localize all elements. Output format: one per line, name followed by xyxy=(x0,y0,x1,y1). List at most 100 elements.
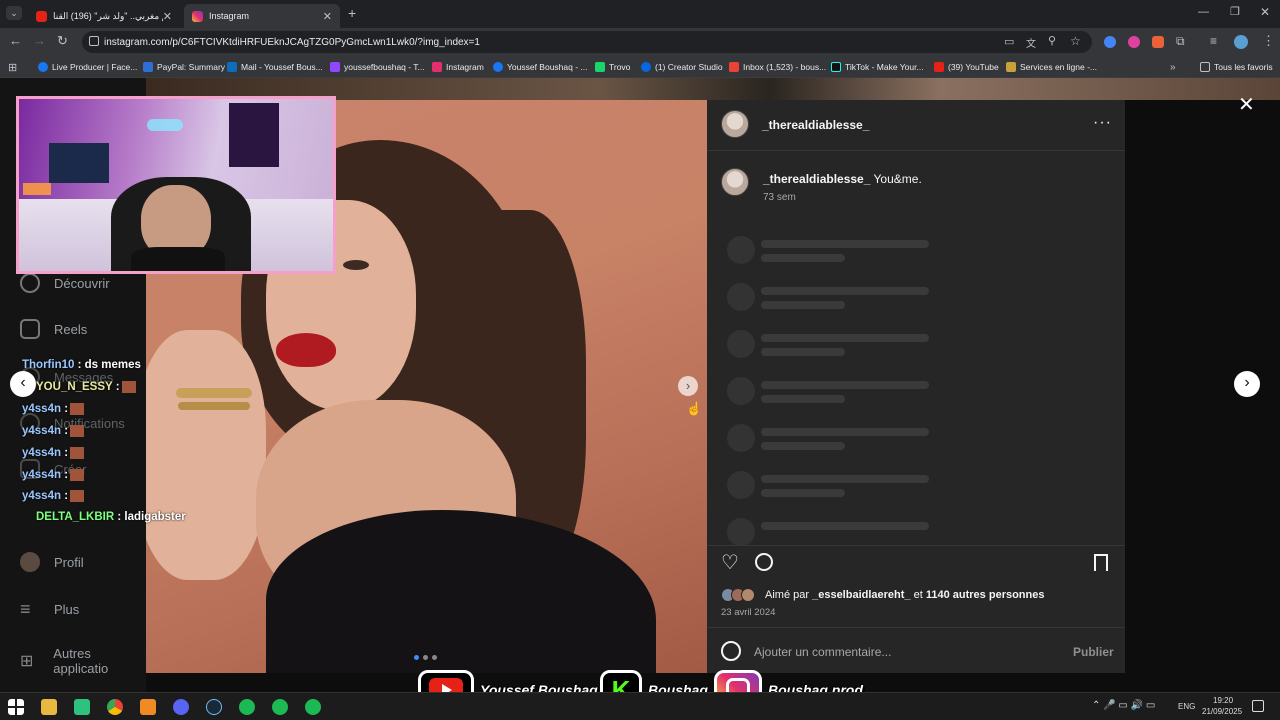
bookmark-item[interactable]: youssefboushaq - T... xyxy=(330,60,425,74)
comment-icon[interactable] xyxy=(755,553,773,571)
menu-icon[interactable]: ⋮ xyxy=(1262,33,1275,49)
post-username[interactable]: _therealdiablesse_ xyxy=(762,118,869,132)
new-tab-button[interactable]: + xyxy=(348,5,356,21)
spotify-icon[interactable] xyxy=(305,699,321,715)
clock-time[interactable]: 19:20 xyxy=(1213,696,1233,705)
instagram-icon xyxy=(432,62,442,72)
nav-explore[interactable]: Découvrir xyxy=(20,273,110,293)
panel-divider xyxy=(707,627,1125,628)
compass-icon xyxy=(20,273,40,293)
all-favorites[interactable]: Tous les favoris xyxy=(1200,60,1273,74)
site-info-icon[interactable] xyxy=(89,36,99,46)
caption-username[interactable]: _therealdiablesse_ xyxy=(763,172,870,186)
emote-icon xyxy=(70,403,85,415)
bookmark-item[interactable]: Inbox (1,523) - bous... xyxy=(729,60,826,74)
avatar[interactable] xyxy=(721,110,749,138)
steam-icon[interactable] xyxy=(206,699,222,715)
language-indicator[interactable]: ENG xyxy=(1178,702,1195,711)
restore-icon[interactable]: ❐ xyxy=(1230,5,1240,18)
bookmark-item[interactable]: TikTok - Make Your... xyxy=(831,60,924,74)
tab-youtube[interactable]: فيلم مغربي.. "ولد شر" (196) القنا ✕ xyxy=(28,4,180,28)
chat-message: Thorfin10 : ds memes xyxy=(22,359,141,371)
skeleton-line xyxy=(761,522,929,530)
profile-avatar[interactable] xyxy=(1234,35,1248,49)
bookmark-item[interactable]: PayPal: Summary xyxy=(143,60,225,74)
minimize-icon[interactable]: — xyxy=(1198,6,1209,18)
skeleton-line xyxy=(761,240,929,248)
apps-icon[interactable]: ⊞ xyxy=(8,60,17,74)
app-icon[interactable] xyxy=(74,699,90,715)
bookmark-item[interactable]: Instagram xyxy=(432,60,484,74)
comment-input[interactable]: Ajouter un commentaire... xyxy=(754,645,891,659)
discord-icon[interactable] xyxy=(173,699,189,715)
more-bookmarks-icon[interactable]: » xyxy=(1170,60,1176,74)
file-explorer-icon[interactable] xyxy=(41,699,57,715)
avatar xyxy=(741,588,755,602)
app-icon[interactable] xyxy=(272,699,288,715)
monitor xyxy=(49,143,109,183)
post-date: 23 avril 2024 xyxy=(721,607,776,618)
notification-icon[interactable] xyxy=(1252,700,1264,712)
star-icon[interactable]: ☆ xyxy=(1070,34,1081,48)
bookmark-item[interactable]: (1) Creator Studio xyxy=(641,60,723,74)
skeleton-line xyxy=(761,254,845,262)
bookmark-icon[interactable] xyxy=(1094,554,1108,571)
forward-icon[interactable]: → xyxy=(33,33,46,48)
vlc-icon[interactable] xyxy=(140,699,156,715)
likes-count[interactable]: 1140 autres personnes xyxy=(926,589,1045,601)
skeleton-avatar xyxy=(727,377,755,405)
tab-search-icon[interactable]: ⌄ xyxy=(6,6,22,20)
back-icon[interactable]: ← xyxy=(9,33,22,48)
bookmark-item[interactable]: (39) YouTube xyxy=(934,60,999,74)
chat-message: YOU_N_ESSY : xyxy=(36,381,136,393)
caption-text: You&me. xyxy=(873,172,922,186)
emote-icon xyxy=(70,469,85,481)
address-bar[interactable]: instagram.com/p/C6FTCIVKtdiHRFUEknJCAgTZ… xyxy=(82,31,1092,53)
zoom-icon[interactable]: ⚲ xyxy=(1048,34,1056,47)
window-close-icon[interactable]: ✕ xyxy=(1260,5,1270,19)
carousel-next-icon[interactable]: › xyxy=(678,376,698,396)
url-text: instagram.com/p/C6FTCIVKtdiHRFUEknJCAgTZ… xyxy=(104,36,480,48)
extension-icon[interactable] xyxy=(1152,36,1164,48)
bookmark-item[interactable]: Youssef Boushaq - ... xyxy=(493,60,588,74)
skeleton-avatar xyxy=(727,236,755,264)
translate-icon[interactable]: 文 xyxy=(1026,35,1036,50)
chrome-icon[interactable] xyxy=(107,699,123,715)
tab-instagram[interactable]: Instagram ✕ xyxy=(184,4,340,28)
bookmark-item[interactable]: Trovo xyxy=(595,60,630,74)
close-icon[interactable]: ✕ xyxy=(1238,92,1255,117)
nav-reels[interactable]: Reels xyxy=(20,319,87,339)
extension-icon[interactable] xyxy=(1128,36,1140,48)
publish-button[interactable]: Publier xyxy=(1073,645,1114,659)
bookmark-item[interactable]: Live Producer | Face... xyxy=(38,60,137,74)
liked-by-user[interactable]: _esselbaidlaereht_ xyxy=(812,589,910,601)
close-icon[interactable]: ✕ xyxy=(163,10,172,23)
next-post-icon[interactable]: › xyxy=(1234,371,1260,397)
windows-start-icon[interactable] xyxy=(8,699,24,715)
eye xyxy=(343,260,369,270)
app-icon[interactable] xyxy=(239,699,255,715)
nav-more[interactable]: ≡ Plus xyxy=(20,599,79,620)
tiktok-icon xyxy=(831,62,841,72)
bookmark-item[interactable]: Mail - Youssef Bous... xyxy=(227,60,323,74)
facebook-icon xyxy=(38,62,48,72)
tray-icons[interactable]: ⌃ 🎤 ▭ 🔊 ▭ xyxy=(1092,700,1155,711)
skeleton-line xyxy=(761,301,845,309)
like-icon[interactable]: ♡ xyxy=(721,550,739,575)
nav-profile[interactable]: Profil xyxy=(20,552,84,572)
close-icon[interactable]: ✕ xyxy=(323,10,332,23)
cast-icon[interactable]: ▭ xyxy=(1004,35,1014,48)
reload-icon[interactable]: ↻ xyxy=(57,33,68,49)
clock-date[interactable]: 21/09/2025 xyxy=(1202,707,1242,716)
prev-post-icon[interactable]: ‹ xyxy=(10,371,36,397)
bracelet xyxy=(178,402,250,410)
puzzle-icon[interactable]: ⧉ xyxy=(1176,34,1185,49)
bookmark-item[interactable]: Services en ligne -... xyxy=(1006,60,1097,74)
media-icon[interactable]: ≡ xyxy=(1210,34,1217,48)
more-options-icon[interactable]: ··· xyxy=(1093,114,1112,132)
extension-icon[interactable] xyxy=(1104,36,1116,48)
emoji-icon[interactable] xyxy=(721,641,741,661)
nav-other-apps[interactable]: ⊞ Autres applicatio xyxy=(20,646,146,676)
emote-icon xyxy=(70,425,85,437)
avatar[interactable] xyxy=(721,168,749,196)
